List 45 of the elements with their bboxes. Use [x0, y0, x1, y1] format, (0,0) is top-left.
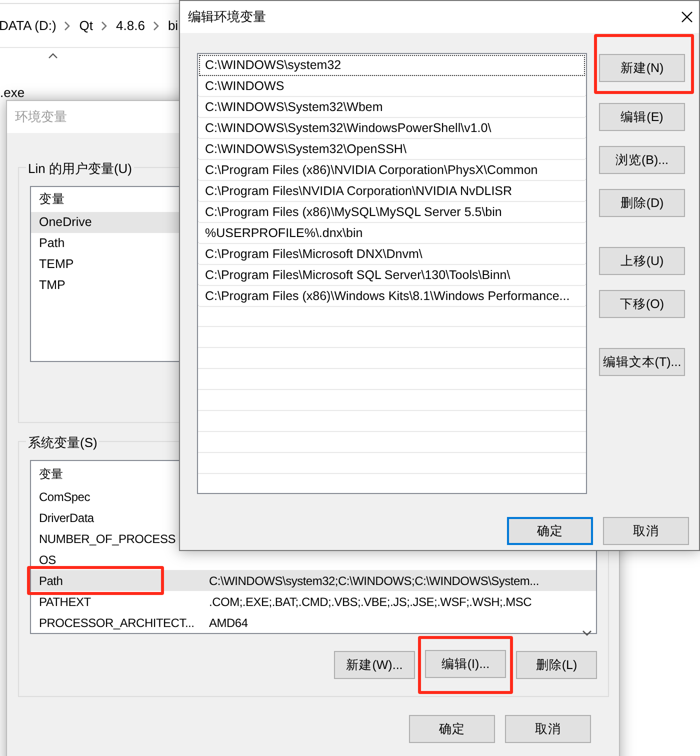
button[interactable]: 编辑(E)	[599, 103, 685, 131]
variable-name: PROCESSOR_ARCHITECT...	[39, 614, 194, 632]
breadcrumb-item[interactable]: Qt	[79, 16, 94, 36]
breadcrumb-item[interactable]: DATA (D:)	[0, 16, 56, 36]
button[interactable]: 上移(U)	[599, 247, 685, 275]
column-header: 变量	[39, 466, 62, 482]
chevron-icon	[64, 20, 72, 30]
close-icon[interactable]	[681, 11, 693, 23]
list-row[interactable]: OS	[31, 549, 596, 570]
variable-name: ComSpec	[39, 488, 90, 506]
variable-name: Path	[39, 572, 63, 590]
list-row[interactable]: PATHEXT .COM;.EXE;.BAT;.CMD;.VBS;.VBE;.JS;.JSE;.WSF;.WSH;.MSC	[31, 591, 596, 612]
column-header: 变量	[39, 191, 65, 208]
group-label: 系统变量(S)	[26, 433, 100, 452]
button[interactable]: 取消	[505, 715, 591, 743]
button[interactable]: 删除(D)	[599, 189, 685, 217]
sort-caret-icon	[48, 52, 58, 59]
variable-value: .COM;.EXE;.BAT;.CMD;.VBS;.VBE;.JS;.JSE;.WSF;.WSH;.MSC	[209, 594, 532, 610]
path-entry[interactable]: C:\WINDOWS\system32	[199, 55, 585, 76]
variable-value: C:\WINDOWS\system32;C:\WINDOWS;C:\WINDOWS\System...	[209, 572, 539, 590]
chevron-icon	[101, 20, 108, 30]
button[interactable]: 新建(W)...	[334, 651, 415, 679]
window-title: 编辑环境变量	[188, 8, 266, 26]
button[interactable]: 删除(L)	[516, 651, 597, 679]
variable-name: OneDrive	[39, 214, 92, 232]
button[interactable]: 下移(O)	[599, 290, 685, 318]
button[interactable]: 取消	[603, 517, 689, 545]
list-row[interactable]: PROCESSOR_ARCHITECT... AMD64	[31, 612, 596, 633]
file-name[interactable]: .exe	[0, 86, 25, 99]
window-title: 环境变量	[15, 108, 67, 126]
breadcrumb-item[interactable]: 4.8.6	[116, 16, 145, 36]
variable-name: OS	[39, 552, 56, 568]
chevron-icon	[152, 20, 160, 30]
button[interactable]: 确定	[409, 715, 495, 743]
variable-value: AMD64	[209, 614, 248, 632]
variable-name: DriverData	[39, 510, 94, 526]
scroll-down-icon	[582, 630, 592, 637]
breadcrumb-item[interactable]: bi	[168, 16, 178, 36]
button[interactable]: 浏览(B)...	[599, 146, 685, 174]
button[interactable]: 新建(N)	[599, 54, 685, 82]
variable-name: PATHEXT	[39, 594, 91, 610]
group-label: Lin 的用户变量(U)	[26, 159, 134, 178]
button[interactable]: 编辑(I)...	[425, 650, 506, 678]
button[interactable]: 编辑文本(T)...	[599, 348, 685, 376]
button[interactable]: 确定	[507, 517, 593, 545]
